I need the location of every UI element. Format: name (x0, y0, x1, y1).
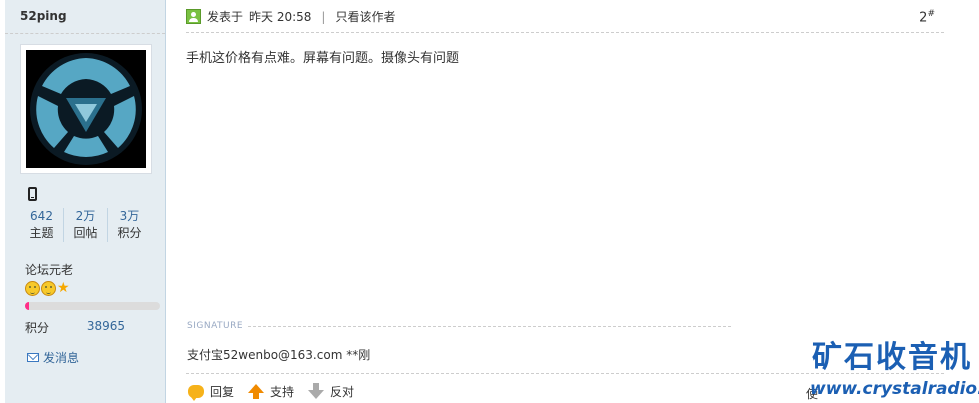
user-online-icon (186, 9, 201, 24)
score-value: 38965 (86, 319, 125, 333)
score-label: 积分 (25, 321, 50, 335)
post-actions: 回复 支持 反对 (188, 383, 354, 401)
header-separator: | (321, 9, 326, 24)
divider (5, 33, 165, 34)
watermark-title: 矿石收音机 (812, 340, 972, 375)
score-row: 积分 38965 (25, 319, 125, 336)
send-message-link[interactable]: 发消息 (27, 349, 79, 366)
posted-prefix: 发表于 (207, 10, 244, 24)
user-stats: 642 主题 2万 回帖 3万 积分 (20, 208, 151, 242)
support-button[interactable]: 支持 (248, 383, 294, 400)
username-link[interactable]: 52ping (20, 9, 67, 23)
signature-text: 支付宝52wenbo@163.com **刚 (187, 348, 371, 362)
reply-button[interactable]: 回复 (188, 383, 235, 401)
post-content: 手机这价格有点难。屏幕有问题。摄像头有问题 (186, 51, 460, 66)
stat-points[interactable]: 3万 积分 (107, 208, 151, 242)
only-author-link[interactable]: 只看该作者 (335, 8, 395, 25)
oppose-label: 反对 (330, 385, 355, 399)
stat-label: 积分 (117, 226, 142, 240)
stat-replies[interactable]: 2万 回帖 (63, 208, 107, 242)
level-progress-bar (25, 302, 160, 310)
stat-value: 642 (30, 209, 53, 223)
level-progress-fill (25, 302, 30, 310)
posted-time: 昨天 20:58 (249, 10, 312, 24)
avatar-image (26, 50, 146, 168)
stat-label: 主题 (29, 226, 54, 240)
sun-rank-icon (41, 281, 56, 296)
mail-icon (27, 353, 39, 362)
signature-divider (248, 326, 731, 327)
oppose-button[interactable]: 反对 (308, 383, 354, 400)
reply-bubble-icon (188, 385, 204, 401)
floor-number[interactable]: 2# (919, 9, 935, 25)
thumb-down-arrow-icon (308, 383, 325, 399)
post-header: 发表于 昨天 20:58 | 只看该作者 (186, 8, 395, 25)
rank-icons: ★ (25, 281, 70, 296)
star-rank-icon: ★ (57, 280, 70, 296)
stat-value: 2万 (75, 209, 96, 223)
user-group[interactable]: 论坛元老 (25, 261, 73, 278)
support-label: 支持 (270, 385, 295, 399)
watermark-url: www.crystalradio.cn (810, 379, 979, 399)
sun-rank-icon (25, 281, 40, 296)
send-message-label: 发消息 (43, 351, 80, 365)
avatar[interactable] (20, 44, 152, 174)
mobile-phone-icon (28, 187, 37, 201)
reply-label: 回复 (210, 385, 235, 399)
stat-value: 3万 (119, 209, 140, 223)
user-sidebar: 52ping 642 主题 2万 回帖 3万 积分 论坛元老 ★ 积分 3896… (5, 0, 166, 403)
stat-label: 回帖 (73, 226, 98, 240)
floor-mark: # (927, 9, 935, 19)
stat-threads[interactable]: 642 主题 (20, 208, 63, 242)
signature-label: SIGNATURE (187, 321, 244, 331)
thumb-up-arrow-icon (248, 384, 265, 399)
divider (186, 32, 944, 33)
